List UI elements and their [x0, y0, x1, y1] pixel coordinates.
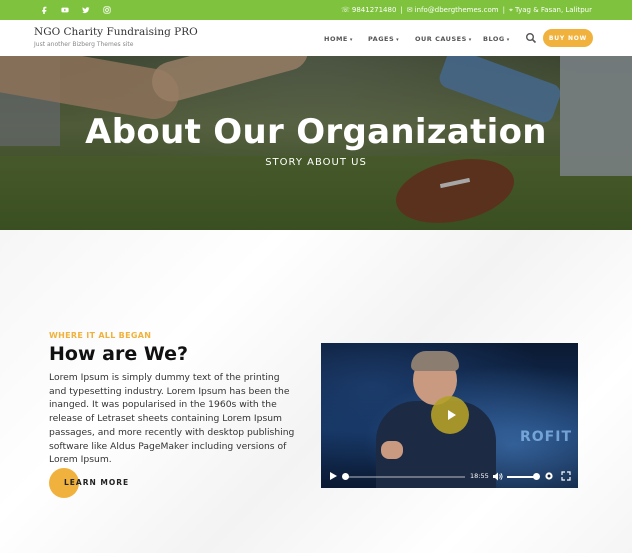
page-subtitle: STORY ABOUT US [265, 157, 367, 168]
play-icon [447, 410, 456, 420]
video-progress-bar[interactable] [342, 473, 465, 480]
contact-separator: | [502, 6, 505, 14]
volume-handle[interactable] [533, 473, 540, 480]
top-bar: ☏ 9841271480 | ✉ info@dbergthemes.com | … [0, 0, 632, 20]
learn-more-label: LEARN MORE [64, 478, 130, 487]
nav-item-our-causes[interactable]: OUR CAUSES ▾ [415, 35, 472, 43]
facebook-icon[interactable] [34, 0, 54, 20]
chevron-down-icon: ▾ [349, 37, 353, 43]
location-icon: ⌖ [508, 5, 513, 14]
chevron-down-icon: ▾ [506, 37, 510, 43]
nav-item-label: OUR CAUSES [415, 35, 467, 43]
contact-info: ☏ 9841271480 | ✉ info@dbergthemes.com | … [341, 0, 592, 20]
play-button[interactable] [431, 396, 469, 434]
video-backdrop-text: ROFIT [519, 429, 572, 445]
site-tagline: Just another Bizberg Themes site [34, 41, 134, 48]
volume-icon[interactable] [493, 472, 503, 481]
contact-separator: | [400, 6, 403, 14]
play-icon[interactable] [330, 472, 337, 480]
video-player[interactable]: ROFIT 18:55 [321, 343, 578, 488]
video-time: 18:55 [470, 472, 489, 480]
nav-item-blog[interactable]: BLOG ▾ [483, 35, 510, 43]
phone-icon: ☏ [341, 6, 350, 14]
site-title[interactable]: NGO Charity Fundraising PRO [34, 26, 198, 38]
nav-item-label: HOME [324, 35, 348, 43]
phone-link[interactable]: 9841271480 [352, 6, 397, 14]
nav-item-label: PAGES [368, 35, 395, 43]
about-section: WHERE IT ALL BEGAN How are We? Lorem Ips… [0, 230, 632, 553]
section-eyebrow: WHERE IT ALL BEGAN [49, 331, 152, 340]
learn-more-button[interactable]: LEARN MORE [49, 468, 129, 500]
section-body: Lorem Ipsum is simply dummy text of the … [49, 372, 295, 466]
hero-banner: About Our Organization STORY ABOUT US [0, 56, 632, 230]
youtube-icon[interactable] [55, 0, 75, 20]
nav-item-label: BLOG [483, 35, 505, 43]
email-icon: ✉ [406, 6, 413, 14]
section-title: How are We? [49, 343, 189, 365]
page-title: About Our Organization [85, 112, 547, 152]
email-link[interactable]: info@dbergthemes.com [415, 6, 499, 14]
gear-icon[interactable] [544, 471, 554, 481]
chevron-down-icon: ▾ [468, 37, 472, 43]
progress-handle[interactable] [342, 473, 349, 480]
instagram-icon[interactable] [97, 0, 117, 20]
video-speaker [381, 441, 403, 459]
nav-item-pages[interactable]: PAGES ▾ [368, 35, 399, 43]
search-icon[interactable] [525, 32, 537, 44]
buy-now-button[interactable]: BUY NOW [543, 29, 593, 47]
site-header: NGO Charity Fundraising PRO Just another… [0, 20, 632, 56]
nav-item-home[interactable]: HOME ▾ [324, 35, 353, 43]
fullscreen-icon[interactable] [561, 471, 571, 481]
video-speaker [411, 351, 459, 371]
chevron-down-icon: ▾ [396, 37, 400, 43]
twitter-icon[interactable] [76, 0, 96, 20]
address-text: Tyag & Fasan, Lalitpur [514, 6, 592, 14]
video-controls: 18:55 [321, 466, 578, 488]
